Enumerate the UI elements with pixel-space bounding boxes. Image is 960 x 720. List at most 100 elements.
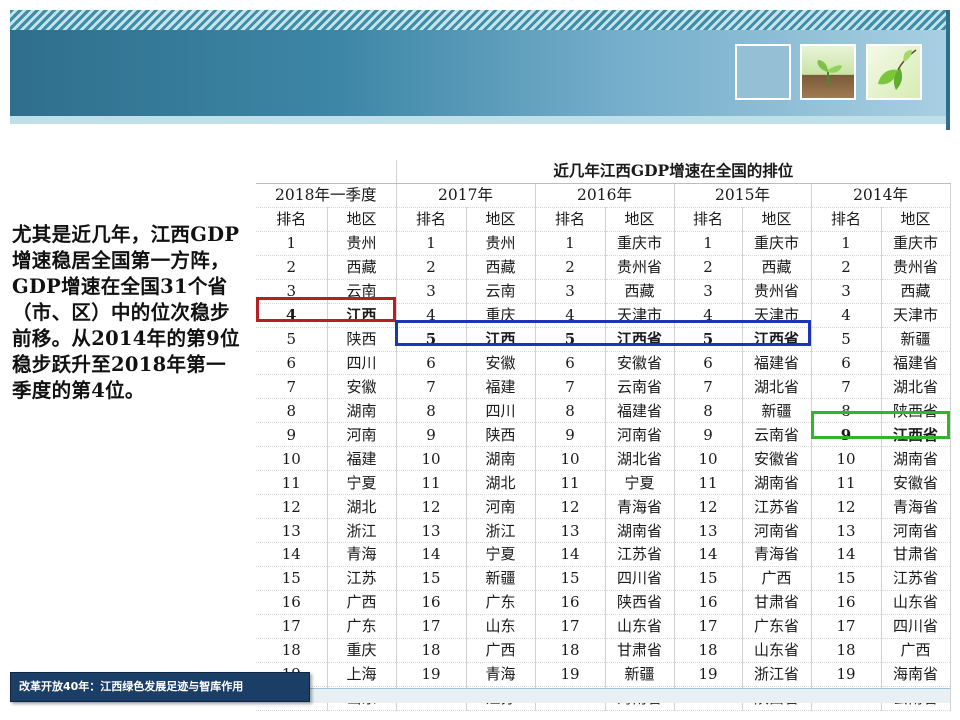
period-header-2014: 2014年 [811, 183, 951, 208]
rank-cell: 15 [256, 566, 328, 591]
region-cell: 四川 [327, 351, 397, 376]
rank-cell: 7 [811, 374, 882, 400]
rank-cell: 15 [396, 566, 467, 591]
region-cell: 重庆市 [605, 231, 675, 256]
region-cell: 浙江 [327, 518, 397, 543]
region-cell: 贵州 [466, 231, 536, 256]
rank-cell: 5 [396, 327, 467, 352]
region-cell: 重庆市 [742, 231, 812, 256]
region-cell: 广西 [466, 638, 536, 663]
region-cell: 重庆 [466, 303, 536, 328]
rank-cell: 3 [396, 279, 467, 304]
region-cell: 湖南 [466, 446, 536, 472]
table-row: 14 青海 14 宁夏 14 江苏省 14 青海省 14 甘肃省 [256, 542, 951, 567]
rank-cell: 2 [674, 255, 743, 280]
rank-cell: 7 [256, 374, 328, 400]
rank-cell: 2 [811, 255, 882, 280]
table-row: 19上海19青海19新疆19浙江省19海南省 [256, 662, 951, 687]
region-cell: 福建省 [881, 351, 951, 376]
rank-cell: 16 [256, 590, 328, 615]
header-thumbnail-blank [735, 44, 791, 100]
region-cell: 河南 [466, 494, 536, 520]
rank-cell: 10 [256, 446, 328, 472]
rank-cell: 12 [396, 494, 467, 520]
rank-cell: 4 [535, 303, 606, 328]
ranking-table: 近几年江西GDP增速在全国的排位 2018年一季度 2017年 2016年 20… [256, 160, 951, 711]
region-cell: 陕西省 [881, 398, 951, 424]
rank-cell: 14 [256, 542, 328, 567]
period-header-2016: 2016年 [535, 183, 675, 208]
region-cell: 贵州省 [881, 255, 951, 280]
region-cell: 云南 [466, 279, 536, 304]
rank-cell: 13 [396, 518, 467, 543]
rank-cell: 2 [535, 255, 606, 280]
region-cell: 安徽省 [742, 446, 812, 472]
region-cell: 重庆 [327, 638, 397, 663]
region-cell: 山东省 [742, 638, 812, 663]
region-cell: 贵州省 [742, 279, 812, 304]
table-row: 11 宁夏 11 湖北 11 宁夏 11 湖南省 11 安徽省 [256, 470, 951, 496]
rank-cell: 8 [674, 398, 743, 424]
header-stripe [10, 10, 950, 30]
rank-cell: 10 [535, 446, 606, 472]
rank-cell: 18 [256, 638, 328, 663]
table-row: 13 浙江 13 浙江 13 湖南省 13 河南省 13 河南省 [256, 518, 951, 543]
table-row: 12 湖北 12 河南 12 青海省 12 江苏省 12 青海省 [256, 494, 951, 520]
column-header-region: 地区 [881, 207, 951, 232]
region-cell: 青海省 [742, 542, 812, 567]
region-cell: 新疆 [466, 566, 536, 591]
header-thumbnail-sprout [800, 44, 856, 100]
region-cell: 云南省 [605, 374, 675, 400]
rank-cell: 4 [396, 303, 467, 328]
region-cell: 湖北 [466, 470, 536, 496]
table-row: 2 西藏 2 西藏 2 贵州省 2 西藏 2 贵州省 [256, 255, 951, 280]
rank-cell: 5 [674, 327, 743, 352]
region-cell: 江苏 [327, 566, 397, 591]
rank-cell: 11 [396, 470, 467, 496]
column-header-rank: 排名 [535, 207, 606, 232]
rank-cell: 6 [674, 351, 743, 376]
rank-cell: 1 [811, 231, 882, 256]
rank-cell: 15 [811, 566, 882, 591]
rank-cell: 15 [535, 566, 606, 591]
rank-cell: 12 [674, 494, 743, 520]
rank-cell: 7 [396, 374, 467, 400]
sprout-icon [817, 60, 842, 86]
region-cell: 湖南省 [881, 446, 951, 472]
footer-label: 改革开放40年：江西绿色发展足迹与智库作用 [10, 672, 310, 702]
ranking-table-container: 近几年江西GDP增速在全国的排位 2018年一季度 2017年 2016年 20… [256, 160, 951, 711]
table-row: 3 云南 3 云南 3 西藏 3 贵州省 3 西藏 [256, 279, 951, 304]
table-row: 16 广西 16 广东 16 陕西省 16 甘肃省 16 山东省 [256, 590, 951, 615]
table-row: 8 湖南 8 四川 8 福建省 8 新疆 8 陕西省 [256, 398, 951, 424]
table-row: 17 广东 17 山东 17 山东省 17 广东省 17 四川省 [256, 614, 951, 639]
region-cell: 河南省 [881, 518, 951, 543]
rank-cell: 11 [256, 470, 328, 496]
table-column-header-row: 排名 地区 排名 地区 排名 地区 排名 地区 排名 地区 [256, 207, 951, 232]
region-cell: 福建省 [605, 398, 675, 424]
rank-cell: 13 [535, 518, 606, 543]
region-cell: 福建 [327, 446, 397, 472]
region-cell: 湖南 [327, 398, 397, 424]
table-title-row: 近几年江西GDP增速在全国的排位 [256, 160, 951, 184]
region-cell: 江苏省 [742, 494, 812, 520]
table-row: 10 福建 10 湖南 10 湖北省 10 安徽省 10 湖南省 [256, 446, 951, 472]
region-cell: 青海 [466, 662, 536, 687]
period-header-2018q1: 2018年一季度 [256, 183, 397, 208]
header-right-bar [946, 10, 950, 130]
rank-cell: 5 [256, 327, 328, 352]
rank-cell: 19 [674, 662, 743, 687]
region-cell: 天津市 [742, 303, 812, 328]
region-cell: 陕西 [327, 327, 397, 352]
rank-cell: 6 [811, 351, 882, 376]
rank-cell: 3 [256, 279, 328, 304]
region-cell: 广西 [881, 638, 951, 663]
column-header-rank: 排名 [811, 207, 882, 232]
region-cell: 西藏 [466, 255, 536, 280]
rank-cell: 2 [396, 255, 467, 280]
region-cell: 甘肃省 [881, 542, 951, 567]
region-cell: 新疆 [881, 327, 951, 352]
rank-cell: 18 [674, 638, 743, 663]
region-cell: 宁夏 [466, 542, 536, 567]
rank-cell: 19 [396, 662, 467, 687]
rank-cell: 16 [396, 590, 467, 615]
